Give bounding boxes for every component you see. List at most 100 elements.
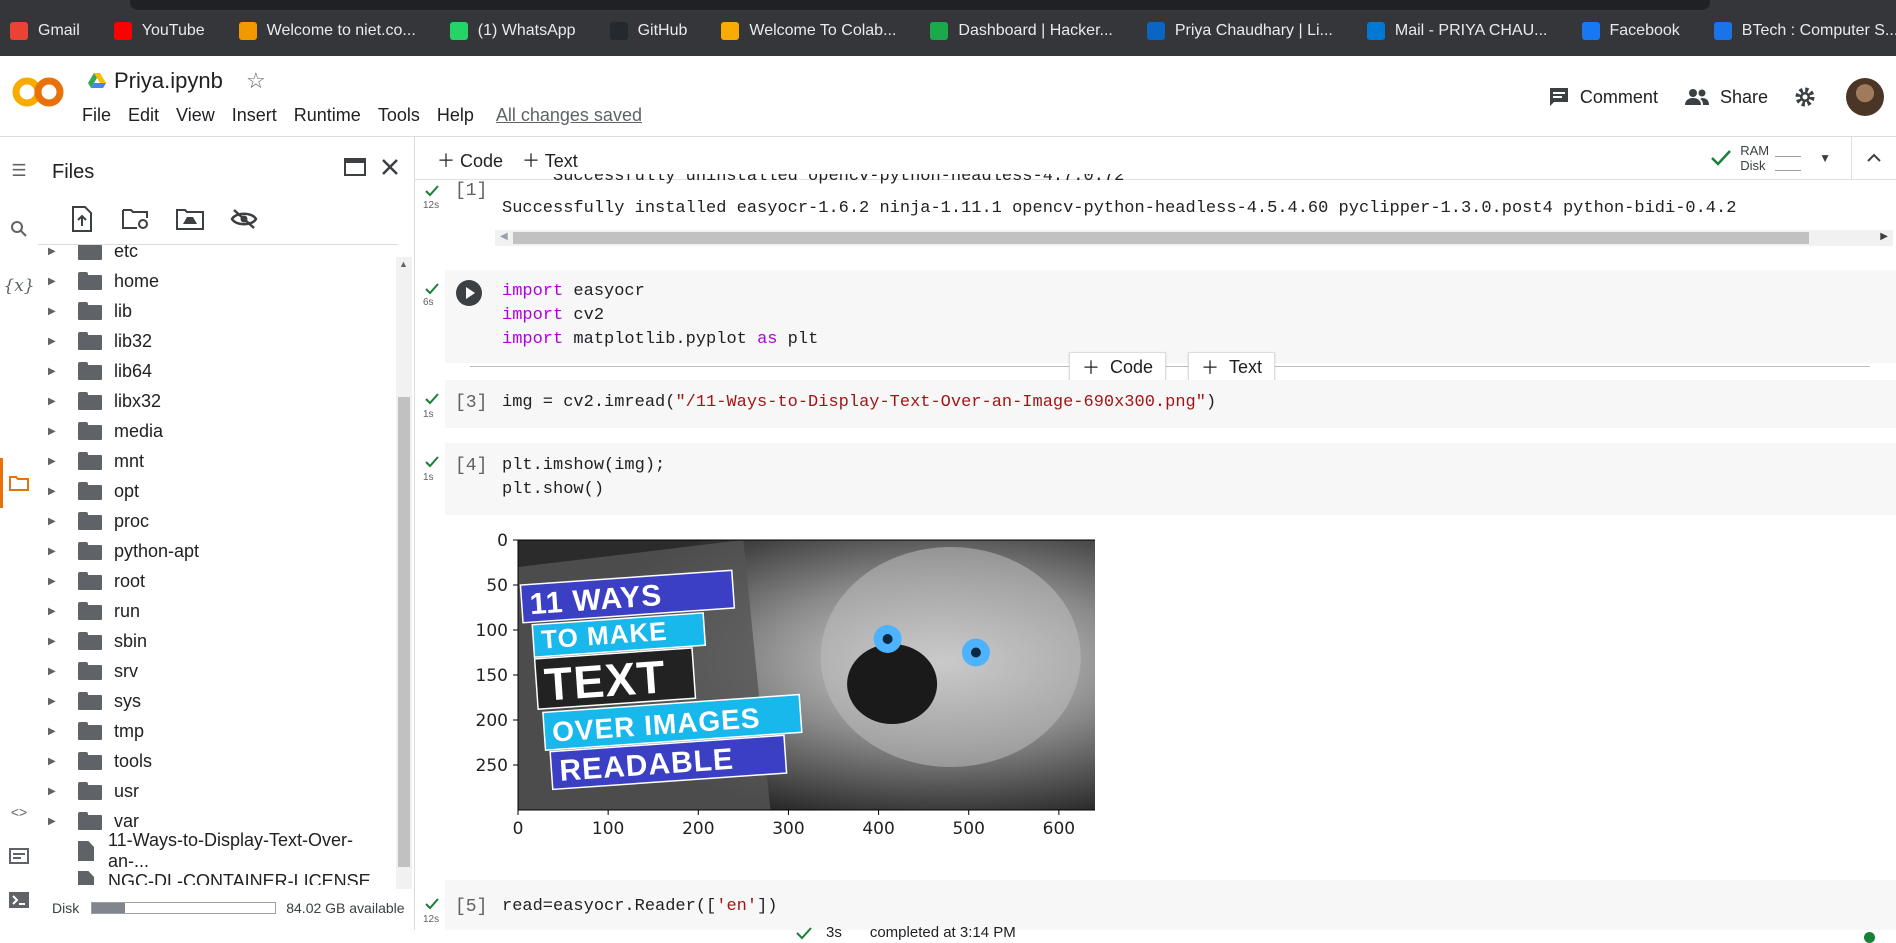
expand-arrow-icon[interactable]: ▶ xyxy=(48,636,68,647)
tree-file[interactable]: NGC-DL-CONTAINER-LICENSE xyxy=(38,866,371,885)
expand-arrow-icon[interactable]: ▶ xyxy=(48,786,68,797)
expand-arrow-icon[interactable]: ▶ xyxy=(48,426,68,437)
expand-arrow-icon[interactable]: ▶ xyxy=(48,606,68,617)
expand-arrow-icon[interactable]: ▶ xyxy=(48,726,68,737)
table-of-contents-icon[interactable]: ☰ xyxy=(8,160,30,182)
code-editor[interactable]: plt.imshow(img); plt.show() xyxy=(502,454,665,502)
menu-view[interactable]: View xyxy=(176,105,215,126)
scrollbar-thumb[interactable] xyxy=(398,397,410,867)
add-code-button[interactable]: ＋ Code xyxy=(437,147,503,173)
bookmark-whatsapp[interactable]: (1) WhatsApp xyxy=(449,20,588,42)
resource-monitor[interactable]: RAM Disk ▼ xyxy=(1710,143,1831,173)
code-editor[interactable]: img = cv2.imread("/11-Ways-to-Display-Te… xyxy=(502,391,1216,415)
menu-edit[interactable]: Edit xyxy=(128,105,159,126)
file-tree-scrollbar[interactable]: ▲ xyxy=(396,257,412,889)
colab-logo[interactable] xyxy=(12,72,64,112)
open-in-tab-icon[interactable] xyxy=(344,157,366,177)
command-palette-icon[interactable] xyxy=(8,845,30,867)
expand-arrow-icon[interactable]: ▶ xyxy=(48,456,68,467)
tree-folder-tmp[interactable]: ▶ tmp xyxy=(38,716,144,746)
expand-arrow-icon[interactable]: ▶ xyxy=(48,666,68,677)
scroll-left-arrow-icon[interactable]: ◀ xyxy=(500,231,508,242)
mount-drive-icon[interactable] xyxy=(176,205,204,233)
menu-help[interactable]: Help xyxy=(437,105,474,126)
refresh-folder-icon[interactable] xyxy=(122,205,150,233)
collapse-header-button[interactable] xyxy=(1851,137,1896,179)
expand-arrow-icon[interactable]: ▶ xyxy=(48,486,68,497)
menu-runtime[interactable]: Runtime xyxy=(294,105,361,126)
tree-file[interactable]: 11-Ways-to-Display-Text-Over-an-... xyxy=(38,830,394,871)
tree-folder-partial[interactable]: ▶ etc xyxy=(38,245,138,266)
expand-arrow-icon[interactable]: ▶ xyxy=(48,516,68,527)
tree-folder-srv[interactable]: ▶ srv xyxy=(38,656,138,686)
bookmark-hackerrank[interactable]: Dashboard | Hacker... xyxy=(930,20,1124,42)
run-cell-icon[interactable] xyxy=(455,279,483,307)
settings-button[interactable] xyxy=(1794,86,1826,108)
tree-folder-media[interactable]: ▶ media xyxy=(38,416,163,446)
runtime-dropdown-icon[interactable]: ▼ xyxy=(1819,151,1831,165)
output-horizontal-scrollbar[interactable]: ◀ ▶ xyxy=(495,230,1893,246)
folder-icon[interactable] xyxy=(8,472,30,494)
bookmark-gmail[interactable]: Gmail xyxy=(10,20,92,42)
tree-folder-lib64[interactable]: ▶ lib64 xyxy=(38,356,152,386)
insert-code-cell-button[interactable]: ＋ Code xyxy=(1069,352,1167,382)
scrollbar-thumb[interactable] xyxy=(513,232,1809,244)
menu-file[interactable]: File xyxy=(82,105,111,126)
code-editor[interactable]: import easyocr import cv2 import matplot… xyxy=(502,280,818,352)
star-icon[interactable]: ☆ xyxy=(246,68,266,94)
menu-insert[interactable]: Insert xyxy=(232,105,277,126)
expand-arrow-icon[interactable]: ▶ xyxy=(48,576,68,587)
tree-folder-python-apt[interactable]: ▶ python-apt xyxy=(38,536,199,566)
add-text-button[interactable]: ＋ Text xyxy=(522,147,578,173)
tree-folder-libx32[interactable]: ▶ libx32 xyxy=(38,386,161,416)
code-snippets-icon[interactable]: <> xyxy=(8,801,30,823)
expand-arrow-icon[interactable]: ▶ xyxy=(48,276,68,287)
avatar[interactable] xyxy=(1846,78,1884,116)
save-status-link[interactable]: All changes saved xyxy=(496,105,642,126)
scroll-up-arrow-icon[interactable]: ▲ xyxy=(399,259,408,269)
tree-folder-lib[interactable]: ▶ lib xyxy=(38,296,132,326)
variables-icon[interactable]: {x} xyxy=(3,275,34,297)
bookmark-facebook[interactable]: Facebook xyxy=(1581,20,1692,42)
code-editor[interactable]: read=easyocr.Reader(['en']) xyxy=(502,895,777,919)
expand-arrow-icon[interactable]: ▶ xyxy=(48,756,68,767)
tree-folder-home[interactable]: ▶ home xyxy=(38,266,159,296)
expand-arrow-icon[interactable]: ▶ xyxy=(48,246,68,257)
bookmark-niet[interactable]: Welcome to niet.co... xyxy=(238,20,428,42)
bookmark-github[interactable]: GitHub xyxy=(609,20,700,42)
share-button[interactable]: Share xyxy=(1684,87,1768,108)
tree-folder-mnt[interactable]: ▶ mnt xyxy=(38,446,144,476)
tree-folder-run[interactable]: ▶ run xyxy=(38,596,140,626)
notebook-title-text[interactable]: Priya.ipynb xyxy=(114,68,223,94)
bookmark-outlook[interactable]: Mail - PRIYA CHAU... xyxy=(1366,20,1560,42)
tree-folder-sbin[interactable]: ▶ sbin xyxy=(38,626,147,656)
expand-arrow-icon[interactable]: ▶ xyxy=(48,816,68,827)
tree-folder-tools[interactable]: ▶ tools xyxy=(38,746,152,776)
tree-folder-opt[interactable]: ▶ opt xyxy=(38,476,139,506)
expand-arrow-icon[interactable]: ▶ xyxy=(48,306,68,317)
expand-arrow-icon[interactable]: ▶ xyxy=(48,396,68,407)
expand-arrow-icon[interactable]: ▶ xyxy=(48,366,68,377)
bookmark-btech[interactable]: BTech : Computer S... xyxy=(1713,20,1896,42)
tree-folder-usr[interactable]: ▶ usr xyxy=(38,776,139,806)
close-icon[interactable] xyxy=(380,157,400,177)
scroll-right-arrow-icon[interactable]: ▶ xyxy=(1880,231,1888,242)
menu-tools[interactable]: Tools xyxy=(378,105,420,126)
upload-icon[interactable] xyxy=(68,205,96,233)
search-icon[interactable] xyxy=(8,218,30,240)
tree-folder-sys[interactable]: ▶ sys xyxy=(38,686,141,716)
comment-button[interactable]: Comment xyxy=(1548,87,1658,108)
expand-arrow-icon[interactable]: ▶ xyxy=(48,546,68,557)
tree-folder-proc[interactable]: ▶ proc xyxy=(38,506,149,536)
insert-text-cell-button[interactable]: ＋ Text xyxy=(1188,352,1276,382)
expand-arrow-icon[interactable]: ▶ xyxy=(48,696,68,707)
bookmark-colab[interactable]: Welcome To Colab... xyxy=(721,20,908,42)
expand-arrow-icon[interactable]: ▶ xyxy=(48,336,68,347)
terminal-icon[interactable] xyxy=(8,889,30,911)
bookmark-youtube[interactable]: YouTube xyxy=(113,20,217,42)
tree-folder-root[interactable]: ▶ root xyxy=(38,566,145,596)
notebook-title[interactable]: Priya.ipynb xyxy=(88,68,223,94)
bookmark-linkedin[interactable]: Priya Chaudhary | Li... xyxy=(1146,20,1345,42)
tree-folder-lib32[interactable]: ▶ lib32 xyxy=(38,326,152,356)
hide-files-icon[interactable] xyxy=(230,205,258,233)
